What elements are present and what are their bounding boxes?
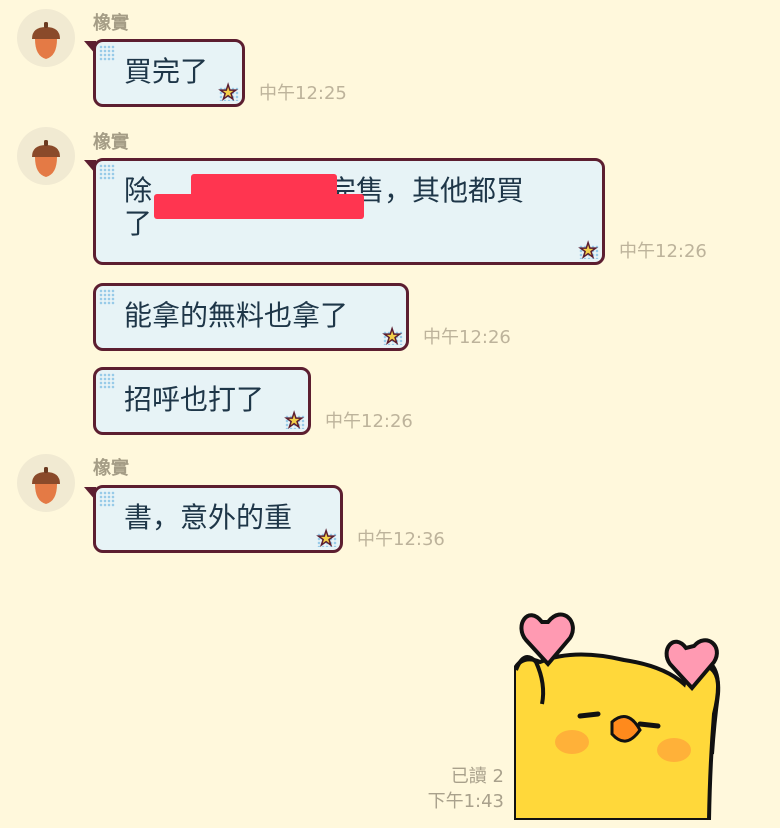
redaction-mark <box>154 194 364 219</box>
message-text-part: 除 <box>124 174 153 207</box>
bubble-pattern <box>99 373 115 389</box>
message-text: 買完了 <box>124 55 209 88</box>
message-bubble[interactable]: 能拿的無料也拿了 ★ <box>93 283 409 351</box>
sender-name: 橡實 <box>93 458 129 479</box>
bubble-pattern <box>99 491 115 507</box>
message-bubble[interactable]: 買完了 ★ <box>84 39 245 107</box>
chick-sticker[interactable] <box>514 604 744 820</box>
star-icon: ★ <box>578 238 597 262</box>
star-icon: ★ <box>382 324 401 348</box>
star-icon: ★ <box>316 526 335 550</box>
avatar[interactable] <box>17 127 75 185</box>
bubble-pattern <box>99 45 115 61</box>
message-time: 中午12:25 <box>259 83 347 104</box>
message-text: 能拿的無料也拿了 <box>124 299 349 332</box>
star-icon: ★ <box>218 80 237 104</box>
star-icon: ★ <box>284 408 303 432</box>
avatar[interactable] <box>17 9 75 67</box>
message-bubble[interactable]: 書，意外的重 ★ <box>84 485 343 553</box>
message-text: 書，意外的重 <box>124 501 293 534</box>
message-bubble[interactable]: 招呼也打了 ★ <box>93 367 311 435</box>
bubble-pattern <box>99 164 115 180</box>
bubble-pattern <box>99 289 115 305</box>
sender-name: 橡實 <box>93 132 129 153</box>
message-text: 招呼也打了 <box>124 383 265 416</box>
message-time: 中午12:26 <box>423 327 511 348</box>
message-time: 下午1:43 <box>427 791 504 812</box>
message-time: 中午12:26 <box>619 241 707 262</box>
avatar[interactable] <box>17 454 75 512</box>
message-time: 中午12:36 <box>357 529 445 550</box>
sender-name: 橡實 <box>93 13 129 34</box>
message-time: 中午12:26 <box>325 411 413 432</box>
read-receipt: 已讀 2 下午1:43 <box>428 764 504 814</box>
message-bubble[interactable]: 除 完售，其他都買 了 ★ <box>84 158 605 265</box>
acorn-avatar-icon <box>32 140 60 177</box>
read-label: 已讀 2 <box>450 766 504 787</box>
acorn-avatar-icon <box>32 467 60 504</box>
acorn-avatar-icon <box>32 22 60 59</box>
